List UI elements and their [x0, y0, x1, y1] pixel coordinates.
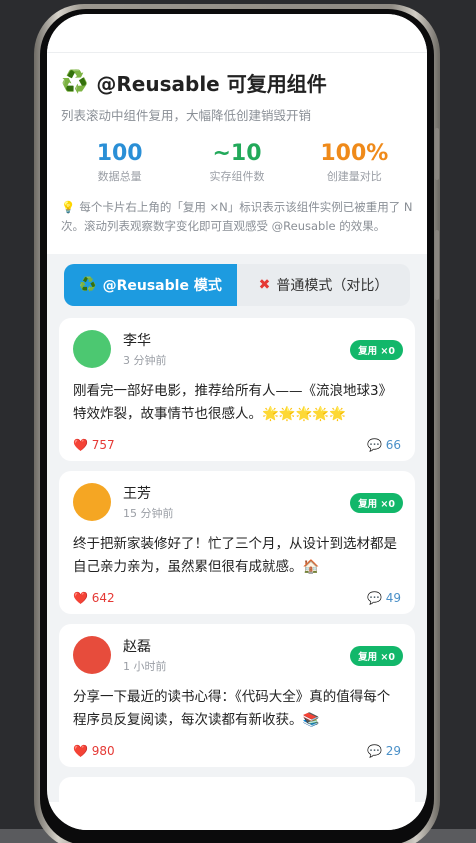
post-card[interactable]: 赵磊 1 小时前 复用 ×0 分享一下最近的读书心得：《代码大全》真的值得每个程… — [59, 624, 415, 767]
post-content: 刚看完一部好电影，推荐给所有人——《流浪地球3》特效炸裂，故事情节也很感人。🌟🌟… — [73, 383, 393, 422]
page-title: @Reusable 可复用组件 — [96, 72, 327, 96]
comment-count-value: 49 — [385, 591, 401, 605]
mode-tabs: ♻️ @Reusable 模式 ✖ 普通模式（对比） — [64, 264, 410, 306]
recycle-icon: ♻️ — [79, 277, 97, 293]
reuse-count-badge: 复用 ×0 — [350, 646, 403, 666]
stat-label: 创建量对比 — [326, 170, 382, 184]
post-content: 分享一下最近的读书心得：《代码大全》真的值得每个程序员反复阅读，每次读都有新收获… — [73, 689, 391, 728]
recycle-icon: ♻️ — [61, 69, 89, 95]
tab-normal-mode[interactable]: ✖ 普通模式（对比） — [237, 264, 410, 306]
post-content: 终于把新家装修好了！忙了三个月，从设计到选材都是自己亲力亲为，虽然累但很有成就感… — [73, 536, 397, 575]
stat-value: 100% — [320, 141, 389, 166]
like-count-value: 642 — [91, 591, 115, 605]
app-screen: ♻️ @Reusable 可复用组件 列表滚动中组件复用，大幅降低创建销毁开销 … — [47, 14, 427, 830]
stats-row: 100 数据总量 ~10 实存组件数 100% 创建量对比 — [61, 141, 413, 184]
heart-icon: ❤️ — [73, 438, 88, 452]
avatar — [73, 330, 111, 368]
avatar — [73, 636, 111, 674]
heart-icon: ❤️ — [73, 744, 88, 758]
tab-reusable-mode[interactable]: ♻️ @Reusable 模式 — [64, 264, 237, 306]
post-time: 15 分钟前 — [123, 507, 174, 520]
stat-total: 100 数据总量 — [65, 141, 175, 184]
like-count-value: 980 — [91, 744, 115, 758]
comment-count[interactable]: 💬 66 — [367, 438, 401, 452]
user-name: 赵磊 — [123, 639, 151, 655]
comment-icon: 💬 — [366, 438, 382, 452]
like-count[interactable]: ❤️ 980 — [73, 744, 115, 758]
post-card[interactable]: 李华 3 分钟前 复用 ×0 刚看完一部好电影，推荐给所有人——《流浪地球3》特… — [59, 318, 415, 461]
user-info: 李华 3 分钟前 — [123, 330, 167, 368]
like-count-value: 757 — [91, 438, 115, 452]
stat-creation-ratio: 100% 创建量对比 — [299, 141, 409, 184]
phone-side-button — [435, 128, 439, 180]
post-list[interactable]: 李华 3 分钟前 复用 ×0 刚看完一部好电影，推荐给所有人——《流浪地球3》特… — [59, 318, 415, 827]
comment-count[interactable]: 💬 29 — [367, 744, 401, 758]
header-panel: ♻️ @Reusable 可复用组件 列表滚动中组件复用，大幅降低创建销毁开销 … — [47, 14, 427, 254]
post-card[interactable]: 王芳 15 分钟前 复用 ×0 终于把新家装修好了！忙了三个月，从设计到选材都是… — [59, 471, 415, 614]
lightbulb-icon: 💡 — [61, 200, 76, 215]
heart-icon: ❤️ — [73, 591, 88, 605]
avatar — [73, 483, 111, 521]
comment-count-value: 66 — [385, 438, 401, 452]
stat-value: 100 — [96, 141, 143, 166]
comment-count[interactable]: 💬 49 — [367, 591, 401, 605]
reuse-count-badge: 复用 ×0 — [350, 340, 403, 360]
user-info: 赵磊 1 小时前 — [123, 636, 167, 674]
close-icon: ✖ — [258, 277, 271, 293]
status-bar-divider — [47, 52, 427, 53]
post-card-footer: ❤️ 980 💬 29 — [73, 744, 401, 758]
post-time: 3 分钟前 — [123, 354, 167, 367]
post-card-footer: ❤️ 642 💬 49 — [73, 591, 401, 605]
stat-value: ~10 — [212, 141, 262, 166]
comment-icon: 💬 — [366, 591, 382, 605]
stat-label: 实存组件数 — [209, 170, 265, 184]
phone-side-button — [435, 230, 439, 300]
screen-bottom-bar — [47, 802, 427, 830]
hint-text: 每个卡片右上角的「复用 ×N」标识表示该组件实例已被重用了 N 次。滚动列表观察… — [61, 200, 413, 234]
stat-label: 数据总量 — [97, 170, 142, 184]
post-time: 1 小时前 — [123, 660, 167, 673]
tab-label: 普通模式（对比） — [276, 278, 389, 294]
user-info: 王芳 15 分钟前 — [123, 483, 174, 521]
title-row: ♻️ @Reusable 可复用组件 — [61, 68, 413, 97]
tab-label: @Reusable 模式 — [102, 278, 222, 294]
page-subtitle: 列表滚动中组件复用，大幅降低创建销毁开销 — [61, 108, 312, 123]
user-name: 李华 — [123, 333, 151, 349]
post-card-footer: ❤️ 757 💬 66 — [73, 438, 401, 452]
like-count[interactable]: ❤️ 757 — [73, 438, 115, 452]
like-count[interactable]: ❤️ 642 — [73, 591, 115, 605]
hint-text-block: 💡 每个卡片右上角的「复用 ×N」标识表示该组件实例已被重用了 N 次。滚动列表观… — [61, 198, 413, 236]
reuse-count-badge: 复用 ×0 — [350, 493, 403, 513]
comment-icon: 💬 — [366, 744, 382, 758]
comment-count-value: 29 — [385, 744, 401, 758]
stat-live-components: ~10 实存组件数 — [182, 141, 292, 184]
user-name: 王芳 — [123, 486, 151, 502]
